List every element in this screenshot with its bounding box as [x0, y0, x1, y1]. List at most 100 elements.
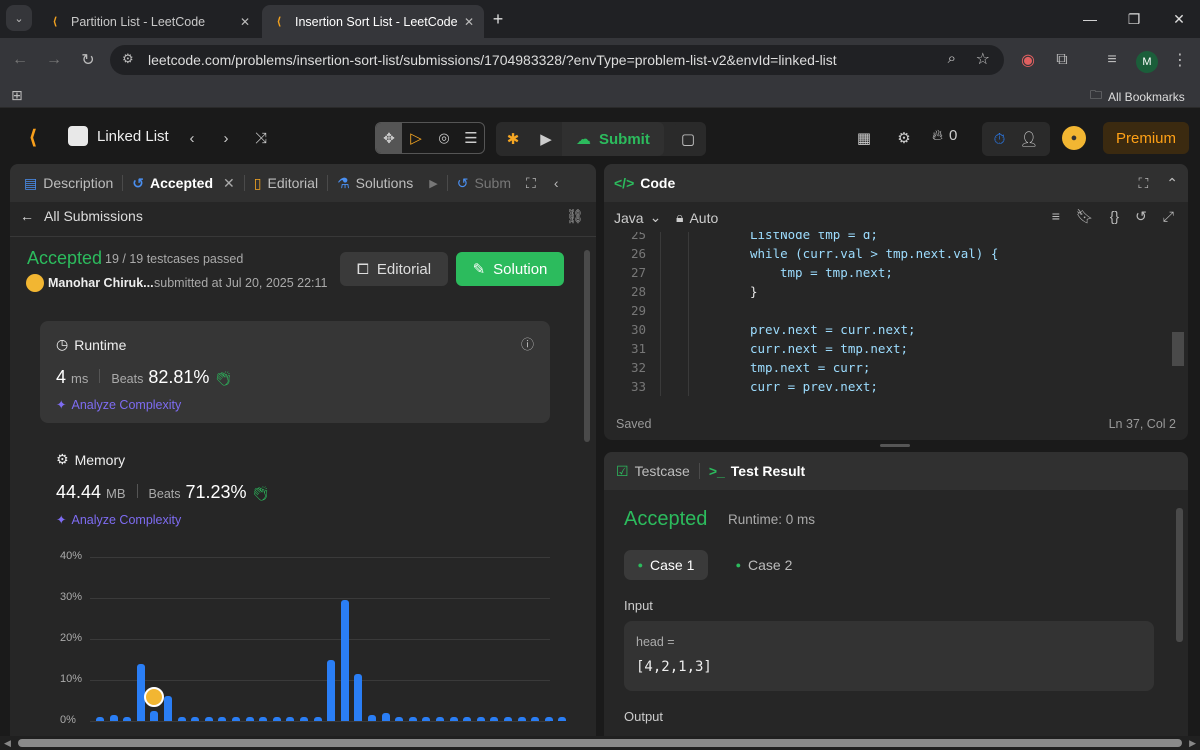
editor-scrollbar[interactable]	[1172, 332, 1184, 366]
distribution-bar[interactable]	[96, 716, 104, 721]
layout-grid-icon[interactable]: ▦	[852, 126, 876, 150]
hide-eye-icon[interactable]: ◎	[430, 123, 458, 153]
settings-sliders-icon[interactable]: ☰	[458, 123, 484, 153]
distribution-bar[interactable]	[504, 716, 512, 721]
new-tab-icon[interactable]: +	[485, 6, 511, 32]
debug-icon[interactable]: ✱	[496, 122, 530, 156]
result-scrollbar[interactable]	[1176, 508, 1183, 642]
prev-problem-icon[interactable]: ‹	[182, 126, 202, 150]
shuffle-icon[interactable]: ⤨	[250, 126, 272, 150]
distribution-bar[interactable]	[286, 716, 295, 721]
distribution-bar[interactable]	[354, 673, 363, 721]
format-icon[interactable]: ≡	[1052, 208, 1060, 225]
tab-search-icon[interactable]: ⌄	[6, 5, 32, 31]
tab-solutions[interactable]: ⚗ Solutions ▶	[328, 164, 447, 202]
reading-list-icon[interactable]: ≡	[1098, 46, 1126, 74]
run-icon[interactable]: ▶	[530, 122, 562, 156]
braces-icon[interactable]: {}	[1110, 208, 1119, 225]
distribution-bar[interactable]	[123, 716, 132, 721]
notes-icon[interactable]: ▢	[672, 124, 704, 154]
streak-counter[interactable]: 🔥︎ 0	[932, 127, 957, 144]
all-bookmarks-button[interactable]: 🗀 All Bookmarks	[1090, 86, 1185, 107]
browser-tab-insertion-sort[interactable]: ⟨ Insertion Sort List - LeetCode ✕	[262, 5, 484, 38]
problem-list-button[interactable]: Linked List	[68, 126, 169, 146]
distribution-bar[interactable]	[136, 663, 145, 721]
author-avatar[interactable]	[26, 274, 44, 292]
leetcode-logo-icon[interactable]: ⟨	[22, 124, 44, 150]
share-link-icon[interactable]: ⛓	[566, 208, 584, 225]
run-outline-icon[interactable]: ▷	[402, 123, 430, 153]
distribution-bar[interactable]	[109, 714, 118, 721]
maximize-icon[interactable]: ⛶	[1138, 175, 1148, 192]
distribution-bar[interactable]	[544, 716, 553, 721]
tab-code[interactable]: </> Code	[604, 164, 684, 202]
distribution-bar[interactable]	[150, 710, 159, 721]
code-editor[interactable]: 25 ListNode tmp = d; 26 while (curr.val > …	[604, 232, 1188, 396]
back-icon[interactable]: ←	[6, 46, 34, 74]
bookmark-icon[interactable]: 🔖︎	[1076, 208, 1094, 225]
editorial-button[interactable]: ⧠ Editorial	[340, 252, 448, 286]
address-bar[interactable]: ⚙ leetcode.com/problems/insertion-sort-l…	[110, 45, 1004, 75]
forward-icon[interactable]: →	[40, 46, 68, 74]
language-select[interactable]: Java ⌄	[614, 209, 661, 226]
info-icon[interactable]: ⓘ	[521, 334, 534, 353]
close-tab-icon[interactable]: ✕	[464, 15, 474, 29]
scrollbar[interactable]	[584, 250, 590, 442]
distribution-bar[interactable]	[449, 716, 458, 721]
distribution-bar[interactable]	[313, 716, 322, 721]
zoom-icon[interactable]: ⌕	[948, 50, 956, 67]
distribution-bar[interactable]	[204, 716, 213, 721]
close-window-icon[interactable]: ✕	[1166, 6, 1192, 32]
analyze-complexity-link[interactable]: ✦ Analyze Complexity	[56, 512, 181, 528]
horizontal-scrollbar-thumb[interactable]	[18, 739, 1182, 747]
solution-button[interactable]: ✎ Solution	[456, 252, 564, 286]
maximize-icon[interactable]: ⛶	[526, 175, 536, 192]
distribution-bar[interactable]	[463, 716, 472, 721]
close-tab-icon[interactable]: ✕	[240, 15, 250, 29]
tab-submissions[interactable]: ↺ Subm	[448, 164, 520, 202]
submit-button[interactable]: ☁ Submit	[562, 122, 664, 156]
tab-testcase[interactable]: ☑ Testcase	[604, 452, 699, 490]
settings-gear-icon[interactable]: ⚙	[892, 126, 916, 150]
close-tab-icon[interactable]: ✕	[223, 175, 235, 192]
resize-handle[interactable]	[880, 444, 910, 447]
distribution-bar[interactable]	[191, 716, 200, 721]
distribution-bar[interactable]	[245, 716, 254, 721]
distribution-bar[interactable]	[408, 716, 417, 721]
profile-avatar[interactable]: M	[1136, 51, 1158, 73]
browser-tab-partition-list[interactable]: ⟨ Partition List - LeetCode ✕	[38, 5, 260, 38]
distribution-bar[interactable]	[259, 716, 268, 721]
case-1-tab[interactable]: ● Case 1	[624, 550, 708, 580]
tab-accepted[interactable]: ↺ Accepted ✕	[123, 164, 244, 202]
distribution-bar[interactable]	[517, 716, 526, 721]
distribution-bar[interactable]	[381, 712, 390, 721]
apps-grid-icon[interactable]: ⊞	[11, 87, 23, 104]
chrome-menu-icon[interactable]: ⋮	[1166, 46, 1194, 74]
user-avatar[interactable]: ●	[1062, 126, 1086, 150]
fullscreen-icon[interactable]: ⤢	[1163, 208, 1174, 225]
distribution-bar[interactable]	[368, 714, 376, 721]
all-submissions-link[interactable]: ← All Submissions	[20, 208, 143, 224]
distribution-bar[interactable]	[476, 716, 485, 721]
minimize-icon[interactable]: —	[1077, 6, 1103, 32]
auto-complete-toggle[interactable]: 🔒︎ Auto	[676, 209, 718, 226]
distribution-bar[interactable]	[395, 716, 404, 721]
analyze-complexity-link[interactable]: ✦ Analyze Complexity	[56, 397, 181, 413]
distribution-bar[interactable]	[327, 659, 336, 721]
distribution-bar[interactable]	[340, 600, 349, 721]
tab-test-result[interactable]: >_ Test Result	[700, 452, 814, 490]
distribution-bar[interactable]	[164, 696, 172, 721]
premium-button[interactable]: Premium	[1103, 122, 1189, 154]
distribution-bar[interactable]	[218, 716, 227, 721]
tab-description[interactable]: ▤ Description	[10, 164, 122, 202]
extensions-puzzle-icon[interactable]: ⧉	[1048, 46, 1076, 74]
drag-move-icon[interactable]: ✥	[376, 123, 402, 153]
tab-editorial[interactable]: ▯ Editorial	[245, 164, 327, 202]
bookmark-star-icon[interactable]: ☆	[976, 49, 990, 69]
distribution-bar[interactable]	[531, 716, 540, 721]
scroll-left-icon[interactable]: ◀	[4, 738, 11, 749]
reload-icon[interactable]: ↻	[74, 46, 102, 74]
case-2-tab[interactable]: ● Case 2	[722, 550, 806, 580]
author-name[interactable]: Manohar Chiruk...	[48, 276, 154, 290]
distribution-bar[interactable]	[300, 716, 308, 721]
